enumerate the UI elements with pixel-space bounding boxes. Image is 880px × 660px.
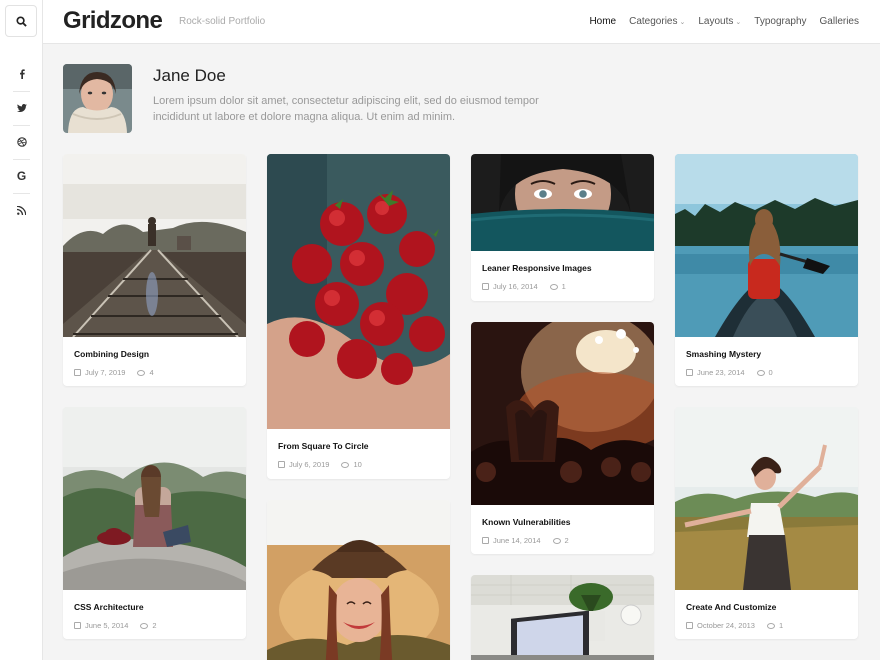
post-meta: June 14, 2014 2 [482,536,654,545]
dribbble-icon[interactable] [0,125,43,159]
social-links: G [0,57,43,227]
main-nav: Home Categories ⌄ Layouts ⌄ Typography Gal… [589,16,859,27]
calendar-icon [482,537,489,544]
post-title[interactable]: Leaner Responsive Images [482,263,654,273]
author-name[interactable]: Jane Doe [153,66,226,86]
post-meta: July 7, 2019 4 [74,368,246,377]
post-meta: July 6, 2019 10 [278,460,450,469]
calendar-icon [278,461,285,468]
post-comments[interactable]: 2 [565,536,569,545]
post-title[interactable]: Combining Design [74,349,246,359]
calendar-icon [686,369,693,376]
comment-icon [341,461,350,468]
post-comments[interactable]: 0 [769,368,773,377]
calendar-icon [686,622,693,629]
post-meta: June 5, 2014 2 [74,621,246,630]
post-comments[interactable]: 1 [562,282,566,291]
chevron-down-icon: ⌄ [735,19,742,26]
left-sidebar: G [0,0,43,660]
post-date: June 5, 2014 [85,621,129,630]
post-title[interactable]: CSS Architecture [74,602,246,612]
post-comments[interactable]: 4 [149,368,153,377]
nav-categories[interactable]: Categories ⌄ [629,16,685,27]
post-thumbnail[interactable] [471,575,654,660]
post-card[interactable]: From Square To Circle July 6, 2019 10 [267,154,450,479]
post-comments[interactable]: 1 [779,621,783,630]
author-avatar [63,64,132,133]
post-date: July 6, 2019 [289,460,330,469]
post-card[interactable] [267,500,450,660]
search-button[interactable] [5,5,37,37]
post-comments[interactable]: 2 [152,621,156,630]
google-icon[interactable]: G [0,159,43,193]
calendar-icon [74,622,81,629]
twitter-icon[interactable] [0,91,43,125]
nav-home[interactable]: Home [589,16,616,27]
post-title[interactable]: Create And Customize [686,602,858,612]
post-card[interactable]: Smashing Mystery June 23, 2014 0 [675,154,858,386]
nav-galleries[interactable]: Galleries [820,16,859,27]
post-thumbnail[interactable] [675,407,858,590]
post-thumbnail[interactable] [471,322,654,505]
comment-icon [140,622,149,629]
chevron-down-icon: ⌄ [679,19,686,26]
post-thumbnail[interactable] [267,154,450,429]
nav-layouts[interactable]: Layouts ⌄ [698,16,741,27]
post-card[interactable]: CSS Architecture June 5, 2014 2 [63,407,246,639]
post-thumbnail[interactable] [471,154,654,251]
post-date: July 7, 2019 [85,368,126,377]
post-date: June 23, 2014 [697,368,745,377]
post-thumbnail[interactable] [267,500,450,660]
post-title[interactable]: Known Vulnerabilities [482,517,654,527]
facebook-icon[interactable] [0,57,43,91]
post-card[interactable]: Known Vulnerabilities June 14, 2014 2 [471,322,654,554]
post-card[interactable]: Create And Customize October 24, 2013 1 [675,407,858,639]
post-thumbnail[interactable] [675,154,858,337]
comment-icon [766,622,775,629]
post-date: October 24, 2013 [697,621,755,630]
post-card[interactable]: Leaner Responsive Images July 16, 2014 1 [471,154,654,301]
post-thumbnail[interactable] [63,407,246,590]
post-meta: October 24, 2013 1 [686,621,858,630]
comment-icon [549,283,558,290]
author-bio: Lorem ipsum dolor sit amet, consectetur … [153,95,539,123]
comment-icon [756,369,765,376]
post-comments[interactable]: 10 [353,460,361,469]
post-date: July 16, 2014 [493,282,538,291]
nav-typography[interactable]: Typography [754,16,806,27]
site-tagline: Rock-solid Portfolio [179,16,266,27]
site-logo[interactable]: Gridzone [63,7,163,35]
post-title[interactable]: From Square To Circle [278,441,450,451]
comment-icon [137,369,146,376]
post-thumbnail[interactable] [63,154,246,337]
post-card[interactable]: Combining Design July 7, 2019 4 [63,154,246,386]
search-icon [15,15,27,27]
site-header: Gridzone Rock-solid Portfolio Home Categ… [43,0,880,44]
post-date: June 14, 2014 [493,536,541,545]
calendar-icon [482,283,489,290]
post-meta: June 23, 2014 0 [686,368,858,377]
calendar-icon [74,369,81,376]
rss-icon[interactable] [0,193,43,227]
comment-icon [552,537,561,544]
post-title[interactable]: Smashing Mystery [686,349,858,359]
post-meta: July 16, 2014 1 [482,282,654,291]
post-card[interactable] [471,575,654,660]
